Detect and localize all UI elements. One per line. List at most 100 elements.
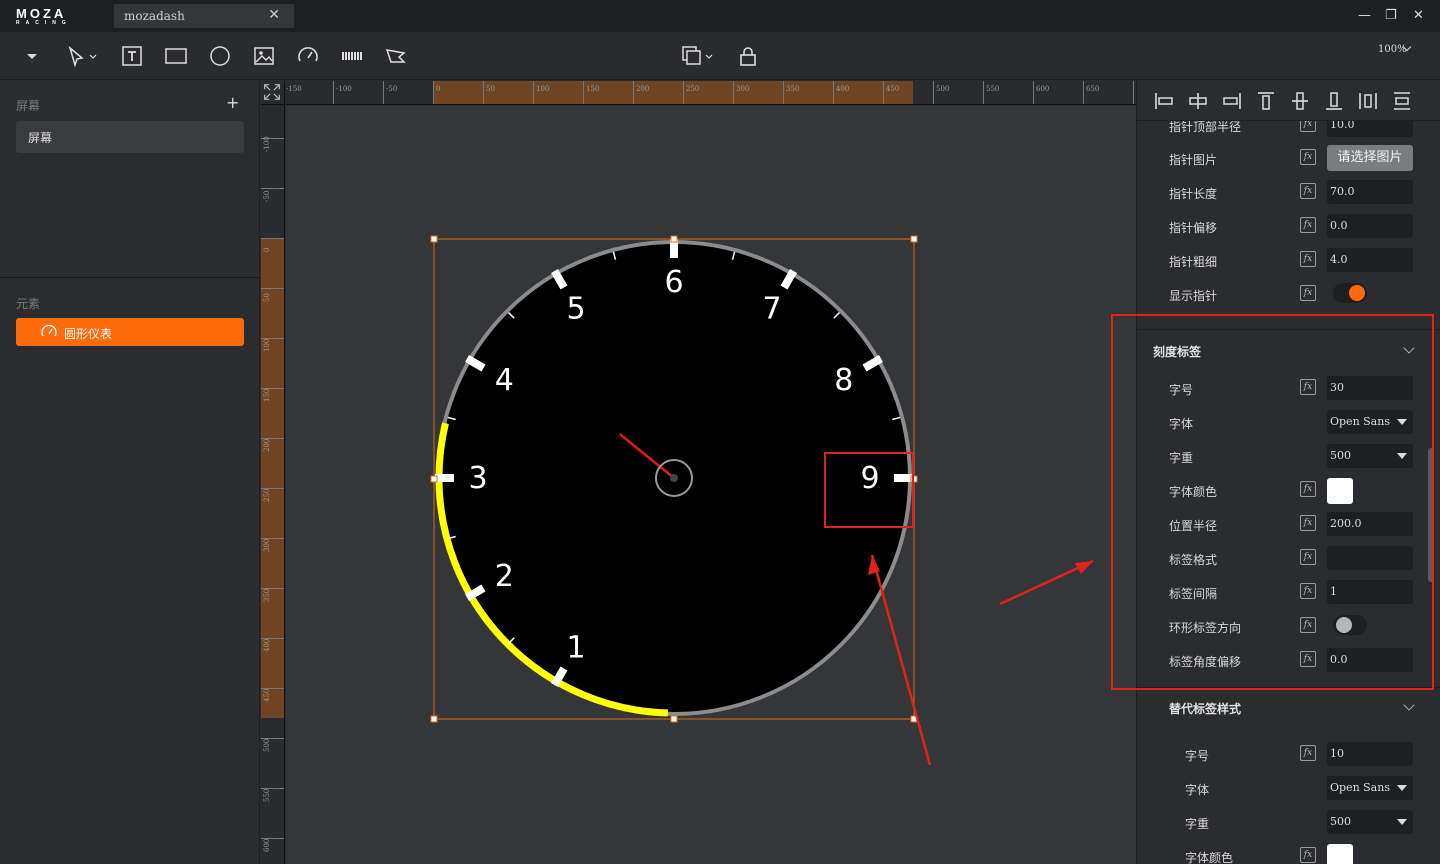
prop-label: 显示指针 xyxy=(1169,289,1218,303)
selection-handle xyxy=(910,235,918,243)
ruler-tick-label: 550 xyxy=(986,85,1000,93)
ruler-tick-label: -50 xyxy=(263,190,271,202)
caret-down-icon xyxy=(1397,819,1407,825)
vertical-ruler: -100 -50 0 50 100 150 200 250 300 350 400 450 500 550… xyxy=(261,105,285,864)
menu-dropdown-icon[interactable] xyxy=(20,44,44,68)
elements-section-title: 元素 xyxy=(16,297,41,311)
circular-gauge[interactable]: 123456789 xyxy=(286,106,1136,864)
gauge-hub xyxy=(670,474,678,482)
ruler-tick xyxy=(333,81,334,104)
ruler-tick xyxy=(583,81,584,104)
ruler-tick-label: 300 xyxy=(263,538,271,552)
selection-handle xyxy=(910,715,918,723)
prop-input[interactable]: 10 xyxy=(1327,742,1413,766)
prop-label: 指针图片 xyxy=(1169,153,1218,167)
ruler-tick-label: 500 xyxy=(263,738,271,752)
show-pointer-toggle[interactable] xyxy=(1333,283,1367,303)
add-screen-button[interactable]: + xyxy=(226,93,239,112)
ruler-tick xyxy=(261,238,284,239)
fx-icon[interactable]: fx xyxy=(1300,745,1316,761)
document-tab[interactable]: mozadash ✕ xyxy=(114,4,294,28)
ruler-tick xyxy=(383,81,384,104)
circle-tool-icon[interactable] xyxy=(208,44,232,68)
lock-icon[interactable] xyxy=(736,44,760,68)
ruler-tick-label: 250 xyxy=(686,85,700,93)
ruler-corner-expand-icon[interactable] xyxy=(261,81,285,105)
ruler-tick xyxy=(433,81,434,104)
prop-row-pointer-image: 指针图片 fx 请选择图片 xyxy=(1137,145,1440,171)
pointer-width-input[interactable]: 4.0 xyxy=(1327,248,1413,272)
ruler-tick xyxy=(733,81,734,104)
screens-section-title: 屏幕 xyxy=(16,99,41,113)
bar-tool-icon[interactable] xyxy=(340,44,364,68)
ruler-tick-label: 450 xyxy=(886,85,900,93)
ruler-tick xyxy=(261,288,284,289)
prop-row-pointer-offset: 指针偏移 fx 0.0 xyxy=(1137,214,1440,238)
pointer-length-input[interactable]: 70.0 xyxy=(1327,180,1413,204)
distribute-vertical-icon[interactable] xyxy=(1391,90,1413,112)
alt-labels-chevron-icon[interactable] xyxy=(1403,699,1415,711)
ruler-tick-label: 150 xyxy=(586,85,600,93)
shape-tool-icon[interactable] xyxy=(384,44,408,68)
ruler-tick-label: -150 xyxy=(286,85,302,93)
fx-icon[interactable]: fx xyxy=(1300,847,1316,863)
ruler-tick-label: 550 xyxy=(263,788,271,802)
selection-handle xyxy=(430,475,438,483)
prop-select[interactable]: Open Sans xyxy=(1327,776,1413,800)
align-right-icon[interactable] xyxy=(1221,90,1243,112)
rectangle-tool-icon[interactable] xyxy=(164,44,188,68)
logo-subtext: RACING xyxy=(16,20,72,26)
choose-image-button[interactable]: 请选择图片 xyxy=(1327,145,1413,171)
distribute-horizontal-icon[interactable] xyxy=(1357,90,1379,112)
panel-divider xyxy=(0,277,260,278)
ruler-tick-label: 0 xyxy=(436,85,441,93)
fx-icon[interactable]: fx xyxy=(1300,251,1316,267)
minimize-icon[interactable]: — xyxy=(1358,8,1371,23)
align-center-vertical-icon[interactable] xyxy=(1289,90,1311,112)
gauge-tick-label: 2 xyxy=(495,559,514,594)
selection-handle xyxy=(670,235,678,243)
gauge-tool-icon[interactable] xyxy=(296,44,320,68)
gauge-tick-label: 1 xyxy=(566,631,585,666)
select-tool-icon[interactable] xyxy=(66,44,100,68)
ruler-tick-label: 500 xyxy=(936,85,950,93)
tab-close-icon[interactable]: ✕ xyxy=(268,7,280,23)
pointer-offset-input[interactable]: 0.0 xyxy=(1327,214,1413,238)
align-bottom-icon[interactable] xyxy=(1323,90,1345,112)
layer-order-icon[interactable] xyxy=(680,44,716,68)
ruler-tick-label: 450 xyxy=(263,688,271,702)
alt-labels-group-title[interactable]: 替代标签样式 xyxy=(1169,700,1241,717)
ruler-tick-label: 600 xyxy=(1036,85,1050,93)
prop-row: 字体颜色 fx xyxy=(1137,844,1440,864)
fx-icon[interactable]: fx xyxy=(1300,183,1316,199)
fx-icon[interactable]: fx xyxy=(1300,217,1316,233)
prop-select[interactable]: 500 xyxy=(1327,810,1413,834)
text-tool-icon[interactable] xyxy=(120,44,144,68)
align-center-horizontal-icon[interactable] xyxy=(1187,90,1209,112)
ruler-tick-label: 0 xyxy=(263,247,271,252)
ruler-tick xyxy=(633,81,634,104)
fx-icon[interactable]: fx xyxy=(1300,285,1316,301)
align-left-icon[interactable] xyxy=(1153,90,1175,112)
gauge-tick-label: 7 xyxy=(762,291,781,326)
restore-icon[interactable]: ❐ xyxy=(1385,8,1397,23)
annotation-box-label-9 xyxy=(824,452,914,528)
design-canvas[interactable]: 123456789 xyxy=(286,106,1136,864)
screen-list-item[interactable]: 屏幕 xyxy=(16,121,244,153)
toolbar: 100% xyxy=(0,32,1440,80)
image-tool-icon[interactable] xyxy=(252,44,276,68)
prop-row-show-pointer: 显示指针 fx xyxy=(1137,282,1440,306)
element-item-circular-gauge[interactable]: 圆形仪表 xyxy=(16,318,244,346)
fx-icon[interactable]: fx xyxy=(1300,149,1316,165)
left-panel: 屏幕 + 屏幕 元素 圆形仪表 xyxy=(0,81,260,864)
color-swatch[interactable] xyxy=(1327,844,1353,864)
ruler-tick-label: 300 xyxy=(736,85,750,93)
ruler-tick xyxy=(683,81,684,104)
gauge-tick-label: 4 xyxy=(495,363,514,398)
ruler-tick-label: -50 xyxy=(386,85,398,93)
prop-select-value: Open Sans xyxy=(1330,781,1390,794)
ruler-tick-label: 50 xyxy=(263,293,271,302)
align-top-icon[interactable] xyxy=(1255,90,1277,112)
ruler-tick-label: -100 xyxy=(263,136,271,152)
window-close-icon[interactable]: ✕ xyxy=(1413,8,1424,23)
